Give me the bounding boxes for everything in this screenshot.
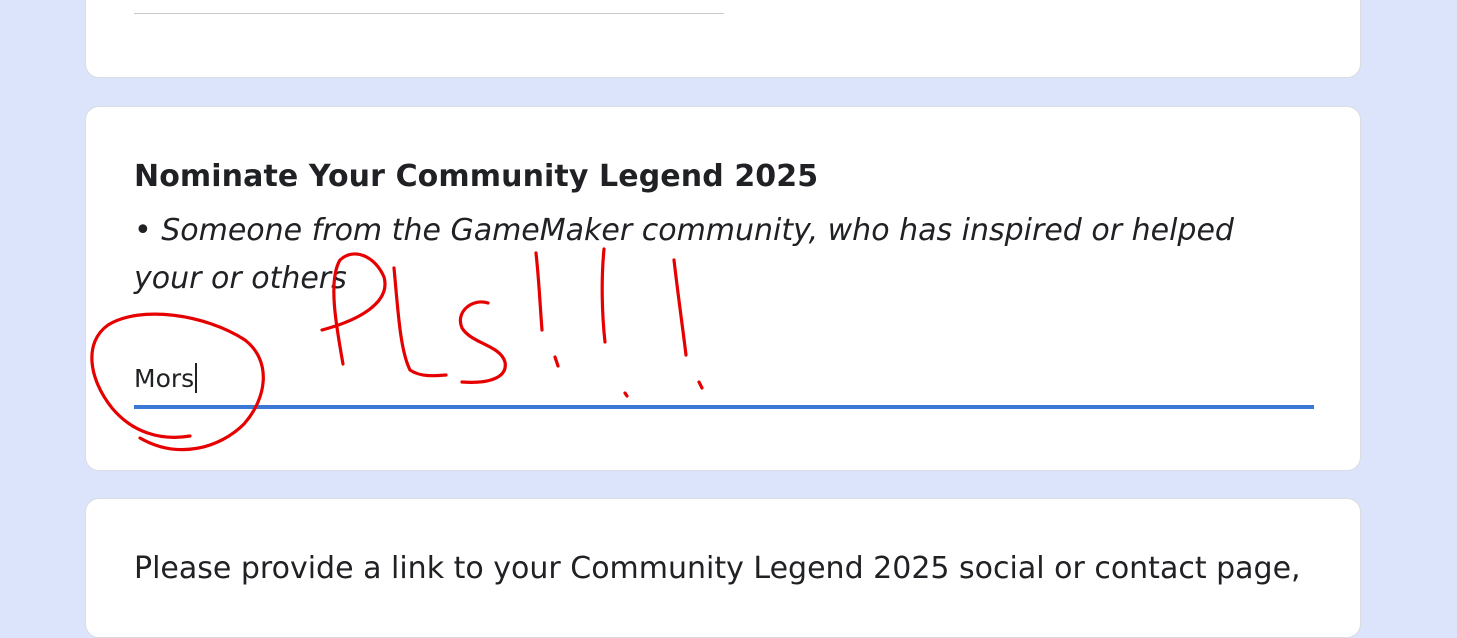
question-description: • Someone from the GameMaker community, … xyxy=(134,213,1234,296)
answer-text: Mors xyxy=(134,364,195,393)
previous-answer-underline xyxy=(134,13,724,14)
question-card: Nominate Your Community Legend 2025 • So… xyxy=(85,106,1361,471)
short-answer-field[interactable]: Mors xyxy=(134,357,1314,409)
text-caret xyxy=(195,363,198,393)
next-question-card: Please provide a link to your Community … xyxy=(85,498,1361,638)
answer-input[interactable]: Mors xyxy=(134,363,198,395)
previous-question-card xyxy=(85,0,1361,78)
question-title: Nominate Your Community Legend 2025 xyxy=(134,159,819,194)
answer-underline-focused xyxy=(134,405,1314,409)
next-question-title: Please provide a link to your Community … xyxy=(134,551,1301,586)
